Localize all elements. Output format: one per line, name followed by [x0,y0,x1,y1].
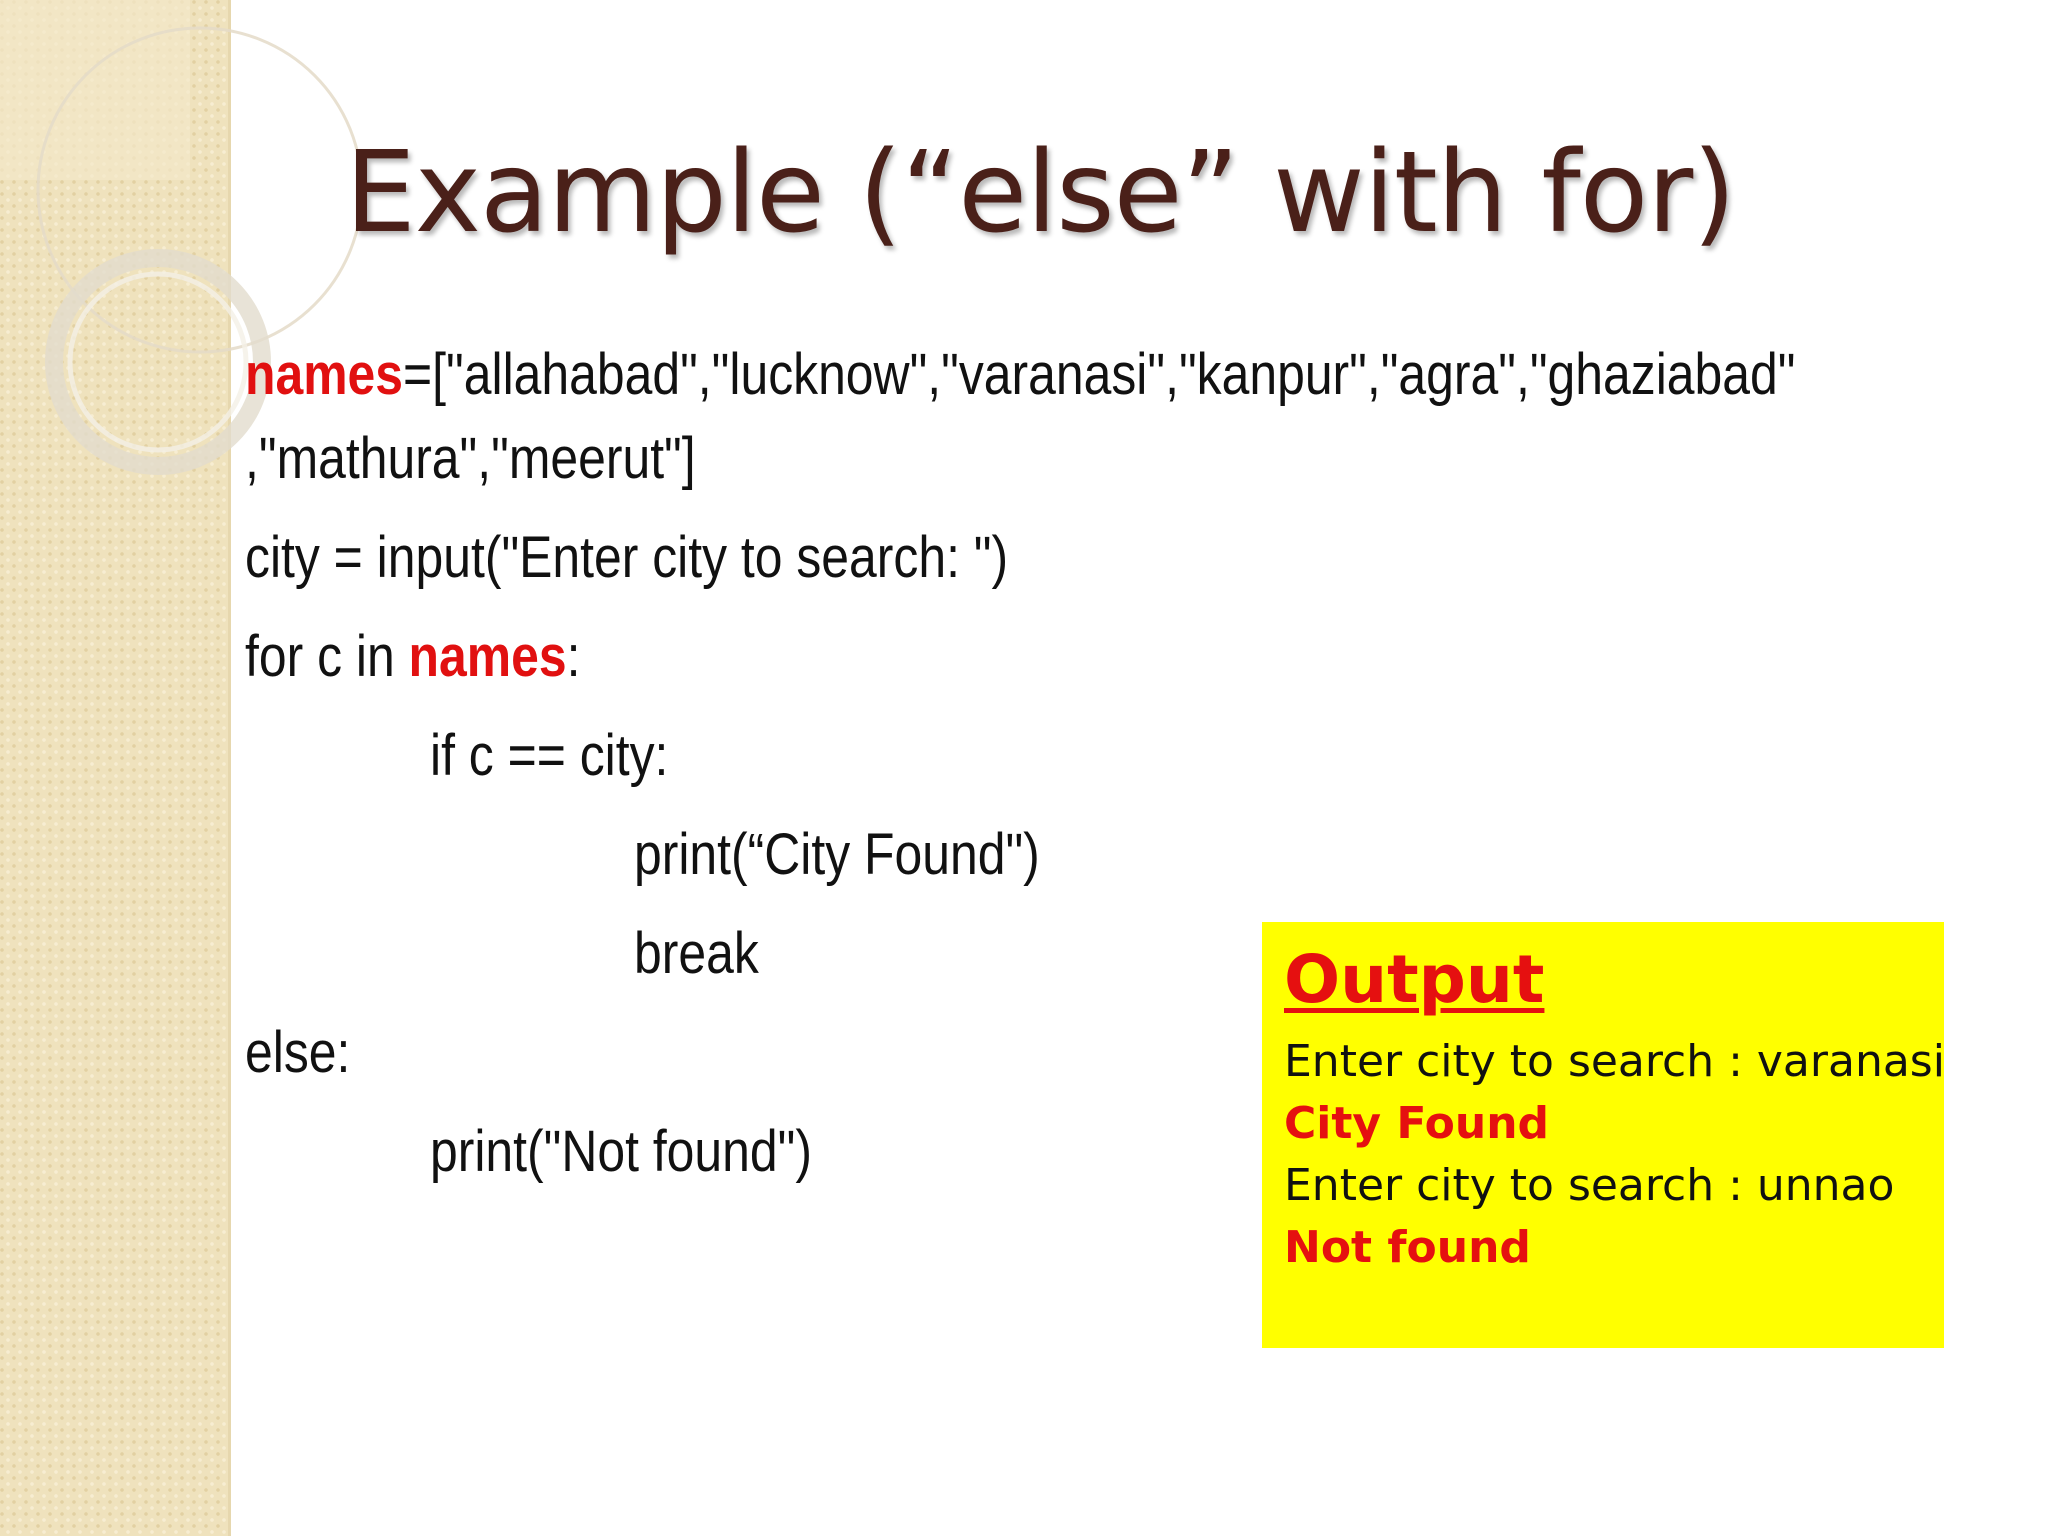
for-keyword-text: for c in [245,624,409,689]
names-list-values: =["allahabad","lucknow","varanasi","kanp… [403,342,1796,407]
output-line-city-found: City Found [1284,1098,1550,1149]
code-line-print-found: print(“City Found") [634,822,1040,887]
names-variable-ref: names [408,624,567,689]
code-line-print-not-found: print("Not found") [430,1119,812,1184]
slide-title: Example (“else” with for) [345,128,1736,258]
code-line-if: if c == city: [430,723,669,788]
output-box: Output Enter city to search : varanasi C… [1262,922,1945,1348]
code-line-else: else: [245,1020,351,1085]
code-line-for-loop: for c in names: [245,624,580,690]
code-line-names-continued: ,"mathura","meerut"] [245,426,696,491]
slide: Example (“else” with for) names=["allaha… [0,0,2048,1536]
output-line-prompt-2: Enter city to search : unnao [1284,1160,1895,1211]
names-variable: names [245,342,404,407]
output-line-prompt-1: Enter city to search : varanasi [1284,1036,1945,1087]
for-colon: : [566,624,581,689]
code-line-input: city = input("Enter city to search: ") [245,525,1009,590]
output-line-not-found: Not found [1284,1222,1531,1273]
code-line-names-list: names=["allahabad","lucknow","varanasi",… [245,342,1795,408]
code-line-break: break [634,921,759,986]
output-title: Output [1284,941,1545,1018]
